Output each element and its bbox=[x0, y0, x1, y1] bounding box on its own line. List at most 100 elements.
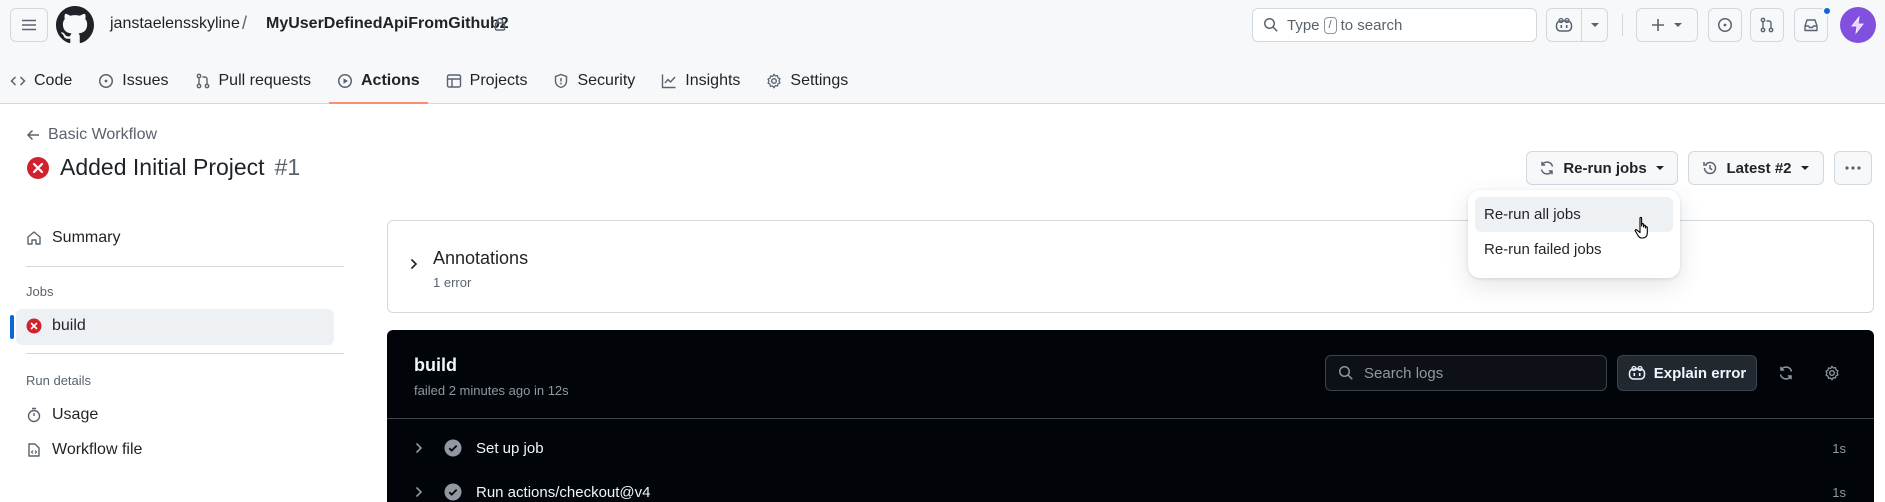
tab-settings[interactable]: Settings bbox=[756, 58, 858, 104]
more-options-button[interactable] bbox=[1834, 151, 1872, 185]
tab-code[interactable]: Code bbox=[0, 58, 82, 104]
sidebar-divider bbox=[26, 266, 344, 267]
breadcrumb-repo[interactable]: MyUserDefinedApiFromGithub2 bbox=[266, 15, 509, 33]
copilot-icon bbox=[1555, 17, 1573, 32]
tab-pull-requests[interactable]: Pull requests bbox=[185, 58, 322, 104]
step-name: Set up job bbox=[476, 439, 544, 457]
pull-requests-button[interactable] bbox=[1750, 8, 1784, 42]
gear-icon bbox=[1825, 365, 1839, 381]
sync-icon bbox=[1779, 366, 1793, 380]
play-icon bbox=[338, 74, 352, 88]
check-circle-fill-icon bbox=[444, 483, 462, 501]
tab-label: Issues bbox=[122, 72, 169, 89]
step-name: Run actions/checkout@v4 bbox=[476, 483, 651, 501]
github-logo-icon[interactable] bbox=[56, 6, 94, 44]
sidebar-job-build-content[interactable]: build bbox=[26, 317, 86, 335]
log-settings-button[interactable] bbox=[1817, 358, 1847, 388]
tab-insights[interactable]: Insights bbox=[651, 58, 750, 104]
tab-label: Security bbox=[577, 72, 636, 89]
sidebar-workflow-file-label: Workflow file bbox=[52, 441, 143, 458]
chevron-right-icon bbox=[410, 258, 418, 270]
back-to-workflow-link[interactable]: Basic Workflow bbox=[26, 126, 157, 144]
copilot-dropdown-button[interactable] bbox=[1581, 9, 1607, 41]
back-link-label: Basic Workflow bbox=[48, 126, 158, 143]
selected-indicator bbox=[10, 315, 14, 339]
arrow-left-icon bbox=[26, 129, 39, 141]
latest-attempt-label: Latest #2 bbox=[1726, 159, 1792, 177]
chevron-right-icon bbox=[415, 442, 423, 454]
home-icon bbox=[27, 231, 41, 245]
sidebar-summary-label: Summary bbox=[52, 229, 121, 246]
run-title: Added Initial Project bbox=[60, 154, 265, 180]
history-icon bbox=[1703, 161, 1717, 175]
issues-button[interactable] bbox=[1708, 8, 1742, 42]
tab-label: Projects bbox=[469, 72, 528, 89]
menu-button[interactable] bbox=[10, 8, 48, 42]
page-title: Added Initial Project #1 bbox=[26, 154, 300, 181]
code-icon bbox=[10, 76, 26, 86]
chevron-right-icon bbox=[415, 486, 423, 498]
sync-icon bbox=[1541, 161, 1554, 175]
step-duration: 1s bbox=[1832, 484, 1846, 500]
search-prefix: Type bbox=[1287, 16, 1320, 34]
tab-issues[interactable]: Issues bbox=[88, 58, 178, 104]
x-circle-fill-icon bbox=[26, 318, 42, 334]
sidebar-usage-link[interactable]: Usage bbox=[26, 406, 98, 424]
hand-pointer-cursor-icon bbox=[1634, 216, 1648, 239]
job-status-text: failed 2 minutes ago in 12s bbox=[414, 383, 569, 398]
repo-tabs: Code Issues Pull requests Actions Projec… bbox=[0, 58, 864, 104]
search-logs-placeholder: Search logs bbox=[1364, 364, 1444, 382]
check-circle-fill-icon bbox=[444, 439, 462, 457]
stopwatch-icon bbox=[27, 407, 41, 423]
issue-icon bbox=[99, 74, 114, 88]
rerun-jobs-button[interactable]: Re-run jobs bbox=[1526, 151, 1678, 185]
step-duration: 1s bbox=[1832, 440, 1846, 456]
tab-label: Actions bbox=[361, 72, 420, 89]
chevron-down-icon bbox=[1674, 23, 1682, 27]
sidebar-workflow-file-link[interactable]: Workflow file bbox=[26, 441, 142, 459]
breadcrumb-separator: / bbox=[242, 13, 248, 33]
latest-attempt-button[interactable]: Latest #2 bbox=[1688, 151, 1824, 185]
logs-divider bbox=[387, 418, 1874, 419]
annotations-count: 1 error bbox=[433, 275, 472, 290]
job-logs-panel: build failed 2 minutes ago in 12s Search… bbox=[387, 330, 1874, 502]
log-step-set-up-job[interactable]: Set up job 1s bbox=[387, 428, 1874, 468]
rerun-jobs-label: Re-run jobs bbox=[1563, 159, 1647, 177]
user-avatar[interactable] bbox=[1840, 7, 1876, 43]
shield-icon bbox=[555, 73, 568, 89]
tab-actions[interactable]: Actions bbox=[327, 58, 430, 104]
tab-label: Insights bbox=[685, 72, 741, 89]
sidebar-usage-label: Usage bbox=[52, 406, 99, 423]
explain-error-label: Explain error bbox=[1653, 364, 1747, 382]
tab-projects[interactable]: Projects bbox=[436, 58, 538, 104]
file-code-icon bbox=[28, 443, 40, 457]
copilot-button-group bbox=[1546, 8, 1608, 42]
explain-error-button[interactable]: Explain error bbox=[1617, 355, 1757, 391]
pull-request-icon bbox=[1760, 17, 1774, 33]
inbox-icon bbox=[1804, 19, 1818, 32]
global-search-input[interactable]: Type / to search bbox=[1252, 8, 1537, 42]
avatar-bolt-icon bbox=[1851, 15, 1864, 35]
sidebar-divider bbox=[26, 353, 344, 354]
create-new-button[interactable] bbox=[1636, 8, 1698, 42]
table-icon bbox=[446, 74, 461, 88]
breadcrumb-owner[interactable]: janstaelensskyline bbox=[110, 15, 240, 33]
kebab-horizontal-icon bbox=[1845, 166, 1861, 170]
graph-icon bbox=[662, 74, 676, 89]
tab-security[interactable]: Security bbox=[543, 58, 645, 104]
pull-request-icon bbox=[196, 73, 209, 89]
notification-dot bbox=[1822, 6, 1832, 16]
chevron-down-icon bbox=[1800, 166, 1809, 170]
search-icon bbox=[1264, 18, 1278, 32]
header-divider bbox=[1622, 14, 1623, 36]
global-header: janstaelensskyline / MyUserDefinedApiFro… bbox=[0, 0, 1885, 104]
chevron-down-icon bbox=[1590, 23, 1599, 27]
search-logs-input[interactable]: Search logs bbox=[1325, 355, 1607, 391]
sidebar-run-details-heading: Run details bbox=[26, 373, 92, 388]
log-step-checkout[interactable]: Run actions/checkout@v4 1s bbox=[387, 472, 1874, 502]
search-icon bbox=[1339, 366, 1353, 380]
sidebar-summary-link[interactable]: Summary bbox=[26, 229, 120, 247]
copilot-button[interactable] bbox=[1547, 9, 1581, 41]
refresh-logs-button[interactable] bbox=[1771, 358, 1801, 388]
search-suffix: to search bbox=[1340, 16, 1403, 34]
